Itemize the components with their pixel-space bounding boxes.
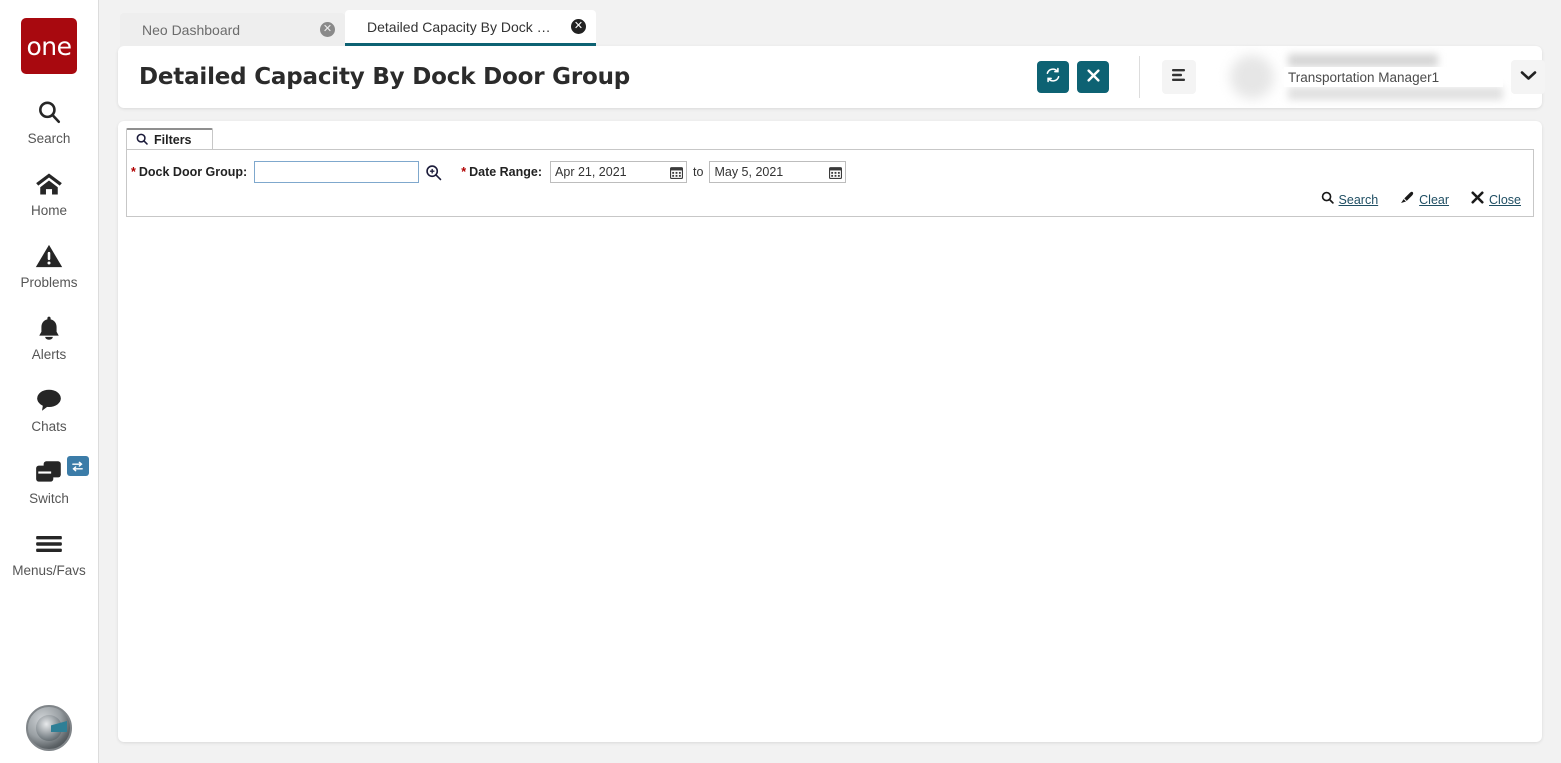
home-icon <box>35 168 63 200</box>
app-logo-text: one <box>26 31 72 61</box>
robot-head-avatar-icon[interactable] <box>26 705 72 751</box>
filters-panel: * Dock Door Group: * Date Range: Apr 21,… <box>126 149 1534 217</box>
user-role: Transportation Manager1 <box>1284 67 1503 87</box>
tab-label: Neo Dashboard <box>142 21 241 38</box>
sidebar-item-chats[interactable]: Chats <box>0 384 99 434</box>
date-to-field[interactable] <box>709 161 847 183</box>
filter-clear-action[interactable]: Clear <box>1400 191 1449 209</box>
required-indicator: * <box>461 165 467 179</box>
user-name-redacted <box>1288 54 1438 67</box>
browser-tab-strip: Neo Dashboard ✕ Detailed Capacity By Doc… <box>99 0 1561 46</box>
filter-row: * Dock Door Group: * Date Range: Apr 21,… <box>131 160 1533 184</box>
user-org-redacted <box>1288 87 1503 100</box>
refresh-icon <box>1045 67 1061 87</box>
sidebar-item-label: Chats <box>31 419 67 434</box>
required-indicator: * <box>131 165 136 179</box>
close-circle-icon[interactable]: ✕ <box>571 19 586 34</box>
filter-search-action[interactable]: Search <box>1321 191 1379 209</box>
page-header-card: Detailed Capacity By Dock Door Group Tra… <box>118 46 1545 108</box>
dock-door-group-input[interactable] <box>254 161 420 183</box>
page-menu-button[interactable] <box>1162 60 1196 94</box>
chevron-down-icon <box>1520 68 1537 86</box>
page-content-card: Filters * Dock Door Group: * Date Range: <box>118 121 1542 742</box>
tab-label: Detailed Capacity By Dock Door ... <box>367 18 557 35</box>
eraser-icon <box>1400 191 1414 209</box>
left-sidebar: one Search Home Problems Alerts Chats Sw… <box>0 0 99 763</box>
user-menu-toggle[interactable] <box>1511 60 1545 94</box>
sidebar-item-problems[interactable]: Problems <box>0 240 99 290</box>
page-title: Detailed Capacity By Dock Door Group <box>139 64 631 90</box>
calendar-icon[interactable] <box>666 162 687 182</box>
header-divider <box>1139 56 1140 98</box>
sidebar-item-search[interactable]: Search <box>0 96 99 146</box>
date-from-field[interactable] <box>550 161 688 183</box>
chat-bubble-icon <box>35 384 63 416</box>
close-circle-icon[interactable]: ✕ <box>320 22 335 37</box>
user-profile-block[interactable]: Transportation Manager1 <box>1230 48 1545 106</box>
sidebar-item-home[interactable]: Home <box>0 168 99 218</box>
magnifier-plus-icon[interactable] <box>425 164 442 181</box>
filters-tab-row: Filters <box>126 128 1534 150</box>
date-to-input[interactable] <box>710 162 826 182</box>
calendar-icon[interactable] <box>825 162 846 182</box>
sidebar-item-label: Home <box>30 203 67 218</box>
filter-clear-label: Clear <box>1419 193 1450 207</box>
search-icon <box>136 133 148 148</box>
sidebar-item-label: Search <box>27 131 71 146</box>
date-from-input[interactable] <box>551 162 667 182</box>
dock-door-group-label: Dock Door Group: <box>138 165 248 179</box>
warning-triangle-icon <box>35 240 63 272</box>
sidebar-item-menus-favs[interactable]: Menus/Favs <box>0 528 99 578</box>
hamburger-menu-icon <box>1171 68 1188 87</box>
close-x-icon <box>1086 68 1100 86</box>
tab-filters[interactable]: Filters <box>126 128 213 150</box>
bell-icon <box>37 312 61 344</box>
tab-filters-label: Filters <box>154 133 192 147</box>
main-area: Neo Dashboard ✕ Detailed Capacity By Doc… <box>99 0 1561 763</box>
sidebar-item-alerts[interactable]: Alerts <box>0 312 99 362</box>
date-range-separator: to <box>693 165 704 179</box>
x-icon <box>1471 191 1484 209</box>
search-icon <box>1321 191 1334 209</box>
avatar-inner <box>36 715 62 741</box>
sidebar-item-label: Alerts <box>31 347 67 362</box>
close-page-button[interactable] <box>1077 61 1109 93</box>
tab-detailed-capacity-by-dock-door[interactable]: Detailed Capacity By Dock Door ... ✕ <box>345 10 596 46</box>
filter-actions: Search Clear Close <box>1321 191 1521 209</box>
sidebar-item-label: Menus/Favs <box>12 563 86 578</box>
sidebar-item-label: Problems <box>20 275 78 290</box>
tab-neo-dashboard[interactable]: Neo Dashboard ✕ <box>120 13 345 46</box>
hamburger-menu-icon <box>34 528 64 560</box>
sidebar-item-switch[interactable]: Switch <box>0 456 99 506</box>
refresh-button[interactable] <box>1037 61 1069 93</box>
sidebar-item-label: Switch <box>29 491 69 506</box>
app-logo[interactable]: one <box>21 18 77 74</box>
switch-windows-icon <box>34 456 64 488</box>
date-range-label: Date Range: <box>469 165 543 179</box>
filter-search-label: Search <box>1338 193 1379 207</box>
filter-close-label: Close <box>1489 193 1521 207</box>
filter-close-action[interactable]: Close <box>1471 191 1521 209</box>
user-text: Transportation Manager1 <box>1284 50 1503 104</box>
swap-arrows-icon[interactable] <box>66 456 89 476</box>
search-icon <box>36 96 62 128</box>
avatar <box>1230 55 1274 99</box>
